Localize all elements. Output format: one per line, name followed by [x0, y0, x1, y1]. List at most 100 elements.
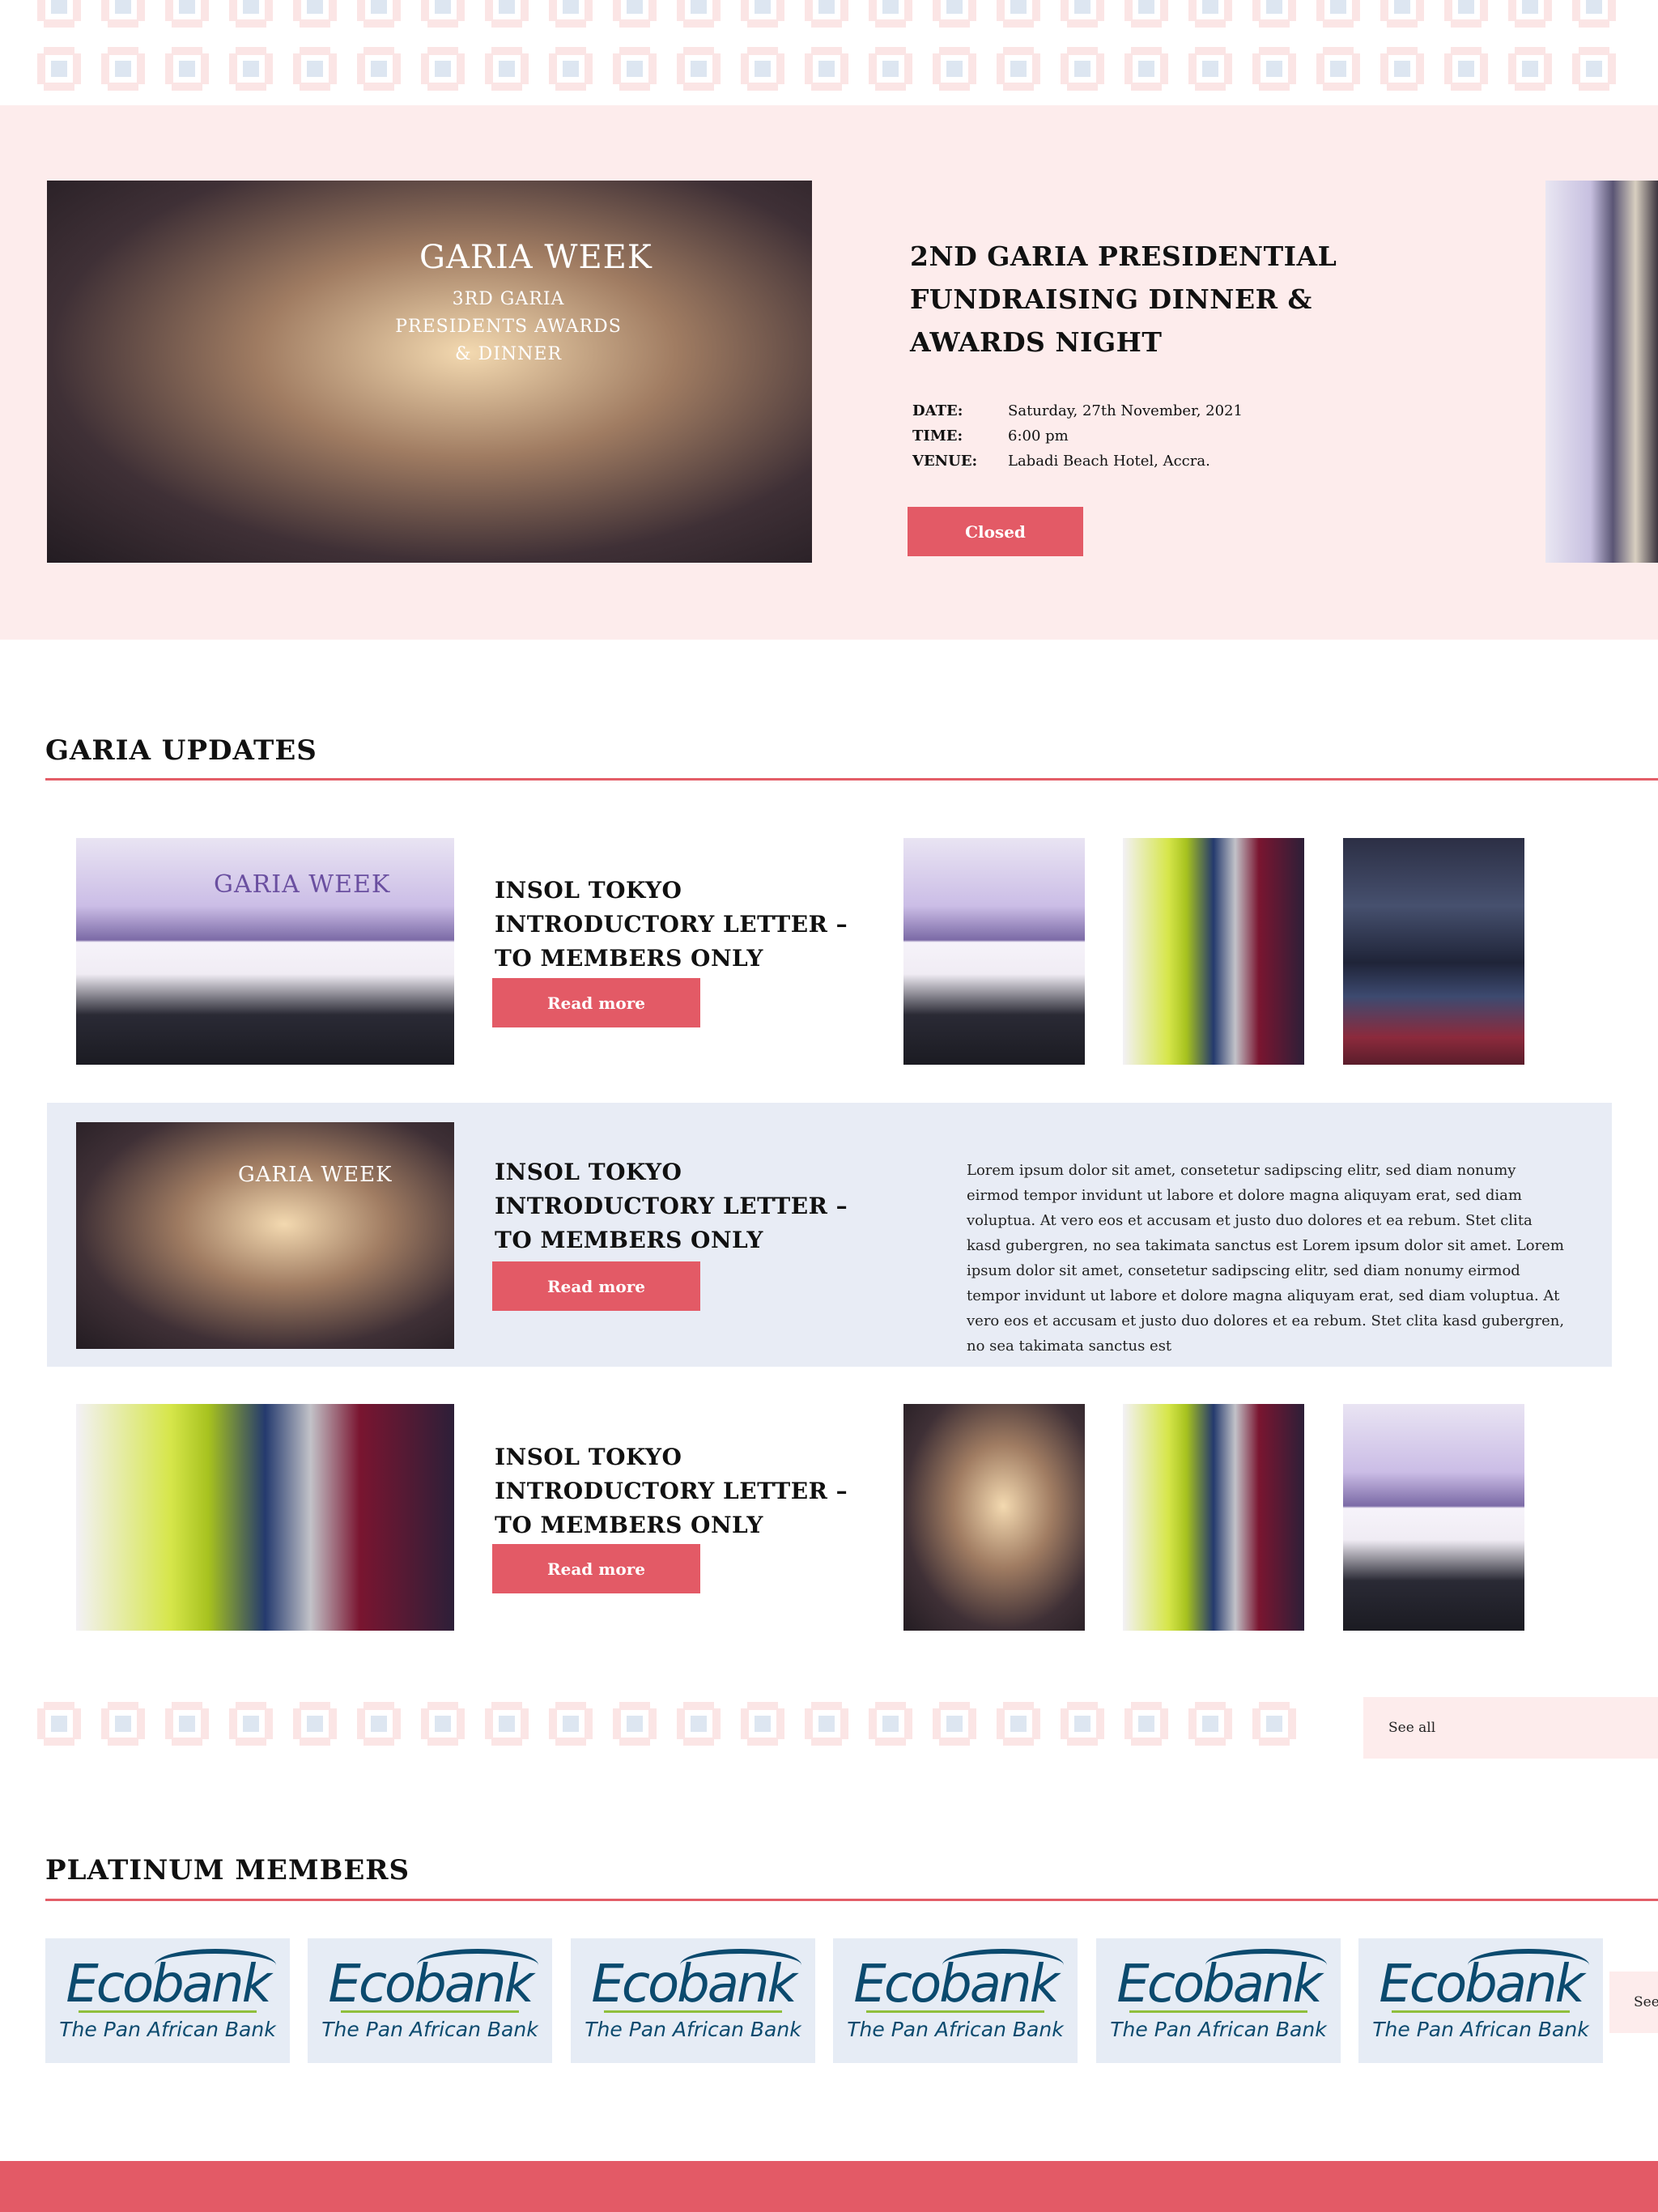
pattern-tile	[291, 0, 338, 29]
update-3-thumb-2[interactable]	[1123, 1404, 1304, 1631]
ecobank-logo: Ecobank	[1379, 1949, 1590, 2010]
updates-heading-rule	[45, 778, 1658, 781]
pattern-tile	[164, 0, 210, 29]
update-2-title[interactable]: INSOL TOKYO INTRODUCTORY LETTER – TO MEM…	[495, 1155, 867, 1257]
venue-value: Labadi Beach Hotel, Accra.	[1008, 453, 1210, 470]
pattern-tile	[227, 45, 274, 92]
event-details: DATE: Saturday, 27th November, 2021 TIME:…	[912, 398, 1243, 474]
update-2-read-more-button[interactable]: Read more	[492, 1261, 700, 1311]
member-logo-card[interactable]: Ecobank The Pan African Bank	[1358, 1938, 1603, 2063]
pattern-tile	[1251, 45, 1298, 92]
date-label: DATE:	[912, 402, 963, 419]
member-tagline: The Pan African Bank	[585, 2018, 801, 2041]
pattern-tile	[867, 1700, 914, 1747]
update-2-image[interactable]: GARIA WEEK	[76, 1122, 454, 1349]
event-status-button[interactable]: Closed	[908, 507, 1083, 556]
pattern-tile	[867, 45, 914, 92]
pattern-tile	[739, 0, 786, 29]
pattern-tile	[1187, 45, 1234, 92]
member-logo-card[interactable]: Ecobank The Pan African Bank	[571, 1938, 815, 2063]
pattern-tile	[1379, 45, 1426, 92]
logo-swoosh-icon	[155, 1949, 277, 1981]
pattern-tile	[931, 45, 978, 92]
update-2-image-caption: GARIA WEEK	[238, 1163, 393, 1187]
member-logo-card[interactable]: Ecobank The Pan African Bank	[45, 1938, 290, 2063]
hero-image-caption: GARIA WEEK	[419, 239, 653, 276]
pattern-tile	[675, 45, 722, 92]
decorative-pattern-top	[36, 0, 1618, 29]
next-event-image[interactable]	[1545, 181, 1658, 563]
pattern-tile	[1315, 0, 1362, 29]
event-title: 2ND GARIA PRESIDENTIAL FUNDRAISING DINNE…	[910, 240, 1337, 358]
pattern-tile	[1187, 1700, 1234, 1747]
pattern-tile	[739, 45, 786, 92]
member-tagline: The Pan African Bank	[847, 2018, 1064, 2041]
pattern-tile	[355, 1700, 402, 1747]
pattern-tile	[611, 0, 658, 29]
update-3-thumb-3[interactable]	[1343, 1404, 1524, 1631]
update-3-title[interactable]: INSOL TOKYO INTRODUCTORY LETTER – TO MEM…	[495, 1440, 867, 1542]
event-hero: GARIA WEEK 3RD GARIA PRESIDENTS AWARDS &…	[0, 105, 1658, 640]
pattern-tile	[419, 0, 466, 29]
members-see-all-link[interactable]: See	[1609, 1972, 1658, 2033]
update-1-thumb-1[interactable]	[903, 838, 1085, 1065]
pattern-tile	[1251, 1700, 1298, 1747]
pattern-tile	[1123, 1700, 1170, 1747]
pattern-tile	[1187, 0, 1234, 29]
footer-bar	[0, 2161, 1658, 2212]
update-item-1: GARIA WEEK INSOL TOKYO INTRODUCTORY LETT…	[0, 838, 1658, 1065]
pattern-tile	[36, 45, 83, 92]
update-1-image[interactable]: GARIA WEEK	[76, 838, 454, 1065]
update-1-thumb-2[interactable]	[1123, 838, 1304, 1065]
update-1-image-caption: GARIA WEEK	[214, 870, 391, 899]
update-item-3: INSOL TOKYO INTRODUCTORY LETTER – TO MEM…	[0, 1404, 1658, 1631]
members-heading: PLATINUM MEMBERS	[45, 1854, 410, 1887]
pattern-tile	[483, 1700, 530, 1747]
member-logo-card[interactable]: Ecobank The Pan African Bank	[833, 1938, 1078, 2063]
pattern-tile	[355, 0, 402, 29]
pattern-tile	[675, 1700, 722, 1747]
pattern-tile	[1571, 45, 1618, 92]
pattern-tile	[1059, 0, 1106, 29]
pattern-tile	[1123, 0, 1170, 29]
pattern-tile	[164, 45, 210, 92]
time-label: TIME:	[912, 428, 963, 445]
member-tagline: The Pan African Bank	[321, 2018, 538, 2041]
member-logo-card[interactable]: Ecobank The Pan African Bank	[1096, 1938, 1341, 2063]
update-3-read-more-button[interactable]: Read more	[492, 1544, 700, 1593]
member-logo-card[interactable]: Ecobank The Pan African Bank	[308, 1938, 552, 2063]
pattern-tile	[611, 45, 658, 92]
date-value: Saturday, 27th November, 2021	[1008, 402, 1243, 419]
pattern-tile	[1059, 1700, 1106, 1747]
pattern-tile	[1315, 45, 1362, 92]
member-tagline: The Pan African Bank	[59, 2018, 276, 2041]
decorative-pattern-top-row2	[36, 45, 1618, 92]
pattern-tile	[483, 0, 530, 29]
ecobank-logo: Ecobank	[853, 1949, 1065, 2010]
members-heading-rule	[45, 1899, 1658, 1901]
pattern-tile	[100, 1700, 147, 1747]
pattern-tile	[419, 1700, 466, 1747]
time-value: 6:00 pm	[1008, 428, 1069, 445]
pattern-tile	[547, 0, 594, 29]
updates-see-all-link[interactable]: See all	[1363, 1697, 1658, 1759]
pattern-tile	[995, 0, 1042, 29]
update-1-title[interactable]: INSOL TOKYO INTRODUCTORY LETTER – TO MEM…	[495, 874, 867, 976]
update-3-thumb-1[interactable]	[903, 1404, 1085, 1631]
ecobank-logo: Ecobank	[66, 1949, 277, 2010]
pattern-tile	[803, 45, 850, 92]
pattern-tile	[291, 1700, 338, 1747]
logo-swoosh-icon	[417, 1949, 539, 1981]
pattern-tile	[867, 0, 914, 29]
pattern-tile	[1571, 0, 1618, 29]
update-1-thumb-3[interactable]	[1343, 838, 1524, 1065]
update-1-read-more-button[interactable]: Read more	[492, 978, 700, 1027]
pattern-tile	[931, 0, 978, 29]
pattern-tile	[547, 1700, 594, 1747]
update-3-image[interactable]	[76, 1404, 454, 1631]
pattern-tile	[1379, 0, 1426, 29]
pattern-tile	[739, 1700, 786, 1747]
pattern-tile	[36, 1700, 83, 1747]
pattern-tile	[355, 45, 402, 92]
logo-swoosh-icon	[1205, 1949, 1328, 1981]
